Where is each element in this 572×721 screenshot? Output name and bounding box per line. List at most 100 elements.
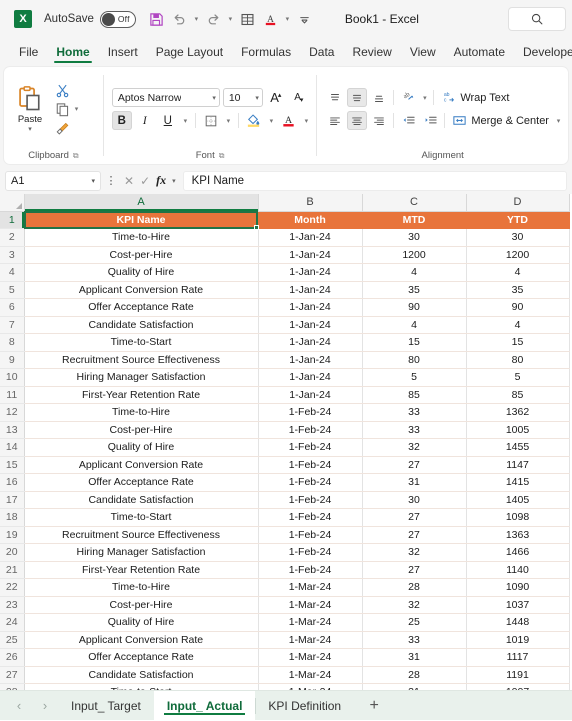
clipboard-more-icon[interactable]: ▾ — [72, 105, 81, 113]
select-all-corner[interactable] — [0, 194, 24, 211]
data-cell[interactable]: 27 — [362, 561, 466, 579]
data-cell[interactable]: 30 — [362, 229, 466, 247]
orientation-button[interactable]: ab — [398, 88, 418, 107]
font-size-chevron-down-icon[interactable]: ▾ — [255, 94, 259, 102]
data-cell[interactable]: 31 — [362, 474, 466, 492]
font-color-icon[interactable]: A — [260, 9, 281, 30]
data-cell[interactable]: 15 — [466, 334, 569, 352]
align-right-button[interactable] — [369, 111, 389, 130]
row-header[interactable]: 8 — [0, 334, 24, 352]
copy-button[interactable] — [52, 100, 72, 118]
table-icon[interactable] — [237, 9, 258, 30]
merge-center-dropdown-icon[interactable]: ▾ — [554, 117, 563, 125]
underline-dropdown-icon[interactable]: ▾ — [181, 117, 190, 125]
data-cell[interactable]: Quality of Hire — [24, 614, 258, 632]
fill-color-button[interactable] — [244, 111, 264, 130]
increase-indent-button[interactable] — [420, 111, 440, 130]
data-cell[interactable]: 1200 — [466, 246, 569, 264]
data-cell[interactable]: 33 — [362, 631, 466, 649]
row-header[interactable]: 18 — [0, 509, 24, 527]
ribbon-tab-home[interactable]: Home — [47, 45, 98, 64]
row-header[interactable]: 26 — [0, 649, 24, 667]
formula-input[interactable]: KPI Name — [183, 171, 567, 191]
sheet-tab-kpi-definition[interactable]: KPI Definition — [255, 691, 354, 721]
data-cell[interactable]: Time-to-Start — [24, 509, 258, 527]
data-cell[interactable]: 1090 — [466, 579, 569, 597]
data-cell[interactable]: 85 — [362, 386, 466, 404]
data-cell[interactable]: 4 — [466, 316, 569, 334]
insert-function-icon[interactable]: fx — [156, 173, 166, 188]
data-cell[interactable]: 1466 — [466, 544, 569, 562]
data-cell[interactable]: 80 — [466, 351, 569, 369]
data-cell[interactable]: 80 — [362, 351, 466, 369]
data-cell[interactable]: 1-Jan-24 — [258, 386, 362, 404]
data-cell[interactable]: 1-Jan-24 — [258, 299, 362, 317]
check-icon[interactable]: ✓ — [140, 174, 150, 188]
data-cell[interactable]: Quality of Hire — [24, 439, 258, 457]
data-cell[interactable]: Recruitment Source Effectiveness — [24, 351, 258, 369]
ribbon-tab-developer[interactable]: Developer — [514, 45, 572, 64]
data-cell[interactable]: 1-Jan-24 — [258, 351, 362, 369]
data-cell[interactable]: 1-Feb-24 — [258, 474, 362, 492]
data-cell[interactable]: 1362 — [466, 404, 569, 422]
row-header[interactable]: 4 — [0, 264, 24, 282]
data-cell[interactable]: 1405 — [466, 491, 569, 509]
row-header[interactable]: 24 — [0, 614, 24, 632]
decrease-indent-button[interactable] — [398, 111, 418, 130]
data-cell[interactable]: Recruitment Source Effectiveness — [24, 526, 258, 544]
data-cell[interactable]: 1-Jan-24 — [258, 281, 362, 299]
data-cell[interactable]: 1-Mar-24 — [258, 666, 362, 684]
cut-button[interactable] — [52, 81, 72, 99]
ribbon-tab-page-layout[interactable]: Page Layout — [147, 45, 232, 64]
row-header[interactable]: 15 — [0, 456, 24, 474]
format-painter-button[interactable] — [52, 119, 72, 137]
data-cell[interactable]: 1-Jan-24 — [258, 229, 362, 247]
add-sheet-button[interactable]: + — [354, 691, 394, 721]
data-cell[interactable]: Quality of Hire — [24, 264, 258, 282]
italic-button[interactable]: I — [135, 111, 155, 130]
data-cell[interactable]: Hiring Manager Satisfaction — [24, 544, 258, 562]
data-cell[interactable]: 85 — [466, 386, 569, 404]
data-cell[interactable]: 4 — [362, 316, 466, 334]
data-cell[interactable]: 1-Jan-24 — [258, 246, 362, 264]
data-cell[interactable]: 1-Mar-24 — [258, 579, 362, 597]
ribbon-tab-automate[interactable]: Automate — [445, 45, 514, 64]
header-cell[interactable]: KPI Name — [24, 211, 258, 229]
font-size-combo[interactable]: 10 ▾ — [223, 88, 263, 107]
paste-button[interactable]: Paste ▾ — [9, 85, 51, 133]
borders-dropdown-icon[interactable]: ▾ — [224, 117, 233, 125]
data-cell[interactable]: Hiring Manager Satisfaction — [24, 369, 258, 387]
data-cell[interactable]: 1-Jan-24 — [258, 334, 362, 352]
data-cell[interactable]: 1-Jan-24 — [258, 316, 362, 334]
data-cell[interactable]: 1037 — [466, 596, 569, 614]
font-name-chevron-down-icon[interactable]: ▾ — [212, 94, 216, 102]
data-cell[interactable]: Candidate Satisfaction — [24, 316, 258, 334]
data-cell[interactable]: 30 — [362, 491, 466, 509]
data-cell[interactable]: Candidate Satisfaction — [24, 491, 258, 509]
row-header[interactable]: 14 — [0, 439, 24, 457]
ribbon-tab-formulas[interactable]: Formulas — [232, 45, 300, 64]
data-cell[interactable]: 1005 — [466, 421, 569, 439]
data-cell[interactable]: Applicant Conversion Rate — [24, 281, 258, 299]
row-header[interactable]: 19 — [0, 526, 24, 544]
row-header[interactable]: 16 — [0, 474, 24, 492]
undo-icon[interactable] — [169, 9, 190, 30]
data-cell[interactable]: 27 — [362, 456, 466, 474]
data-cell[interactable]: 1-Jan-24 — [258, 264, 362, 282]
data-cell[interactable]: Offer Acceptance Rate — [24, 474, 258, 492]
data-cell[interactable]: 32 — [362, 596, 466, 614]
data-cell[interactable]: 1098 — [466, 509, 569, 527]
data-cell[interactable]: 1-Mar-24 — [258, 614, 362, 632]
save-icon[interactable] — [146, 9, 167, 30]
borders-button[interactable] — [201, 111, 221, 130]
data-cell[interactable]: 1-Feb-24 — [258, 509, 362, 527]
undo-dropdown-icon[interactable]: ▾ — [192, 15, 201, 23]
font-color-button[interactable]: A — [279, 111, 299, 130]
font-name-combo[interactable]: Aptos Narrow ▾ — [112, 88, 220, 107]
row-header[interactable]: 20 — [0, 544, 24, 562]
font-color-dropdown-icon-2[interactable]: ▾ — [302, 117, 311, 125]
align-center-button[interactable] — [347, 111, 367, 130]
data-cell[interactable]: 4 — [466, 264, 569, 282]
font-dialog-launcher-icon[interactable]: ⧉ — [219, 148, 225, 164]
row-header[interactable]: 3 — [0, 246, 24, 264]
